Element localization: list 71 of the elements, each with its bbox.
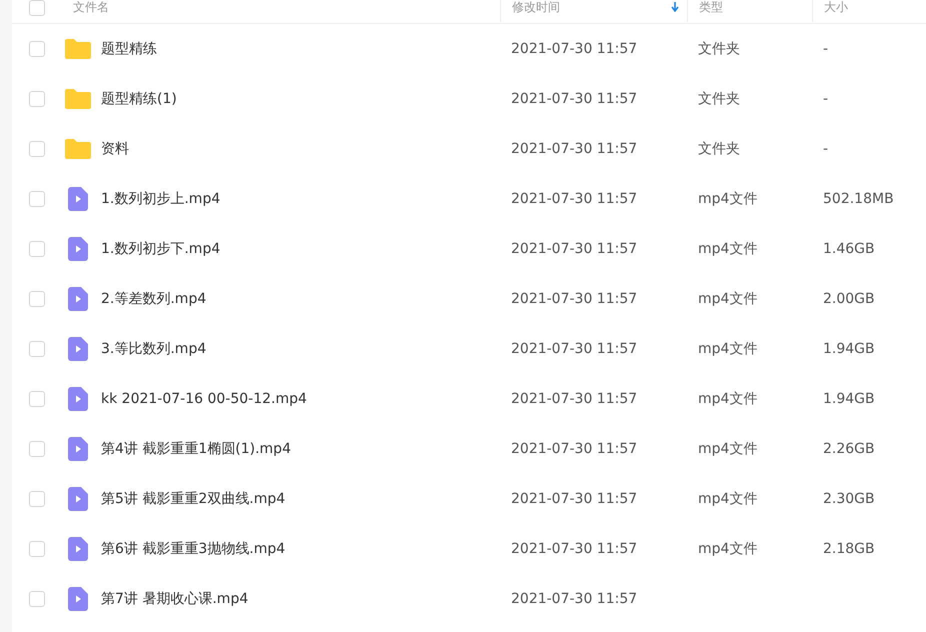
video-file-icon xyxy=(65,587,91,611)
modified-time: 2021-07-30 11:57 xyxy=(510,191,638,207)
folder-icon xyxy=(65,89,91,109)
file-type: mp4文件 xyxy=(698,291,758,307)
modified-time: 2021-07-30 11:57 xyxy=(510,391,638,407)
row-checkbox[interactable] xyxy=(29,341,45,357)
video-file-icon xyxy=(65,537,91,561)
row-checkbox[interactable] xyxy=(29,491,45,507)
file-type: mp4文件 xyxy=(698,541,758,557)
row-checkbox[interactable] xyxy=(29,141,45,157)
modified-time: 2021-07-30 11:57 xyxy=(510,241,638,257)
file-size: - xyxy=(823,141,828,157)
row-checkbox[interactable] xyxy=(29,291,45,307)
file-name[interactable]: 1.数列初步下.mp4 xyxy=(101,240,220,258)
video-file-icon xyxy=(65,237,91,261)
modified-time: 2021-07-30 11:57 xyxy=(510,141,638,157)
modified-time: 2021-07-30 11:57 xyxy=(510,441,638,457)
file-type: mp4文件 xyxy=(698,341,758,357)
file-name[interactable]: 第4讲 截影重重1椭圆(1).mp4 xyxy=(101,440,291,458)
select-all-checkbox[interactable] xyxy=(29,0,45,16)
modified-time: 2021-07-30 11:57 xyxy=(510,341,638,357)
modified-time: 2021-07-30 11:57 xyxy=(510,291,638,307)
file-name[interactable]: kk 2021-07-16 00-50-12.mp4 xyxy=(101,391,307,407)
row-checkbox[interactable] xyxy=(29,591,45,607)
modified-time: 2021-07-30 11:57 xyxy=(510,491,638,507)
row-checkbox[interactable] xyxy=(29,391,45,407)
file-size: 1.94GB xyxy=(823,341,875,357)
file-type: mp4文件 xyxy=(698,491,758,507)
video-file-icon xyxy=(65,487,91,511)
file-size: 2.18GB xyxy=(823,541,875,557)
file-name[interactable]: 题型精练 xyxy=(101,40,157,58)
file-type: mp4文件 xyxy=(698,241,758,257)
row-checkbox[interactable] xyxy=(29,541,45,557)
file-type: 文件夹 xyxy=(698,91,740,107)
file-size: 2.26GB xyxy=(823,441,875,457)
video-file-icon xyxy=(65,337,91,361)
file-name[interactable]: 资料 xyxy=(101,140,129,158)
file-size: 2.30GB xyxy=(823,491,875,507)
modified-time: 2021-07-30 11:57 xyxy=(510,91,638,107)
file-type: mp4文件 xyxy=(698,191,758,207)
file-type: mp4文件 xyxy=(698,441,758,457)
row-checkbox[interactable] xyxy=(29,441,45,457)
file-size: 1.94GB xyxy=(823,391,875,407)
file-name[interactable]: 2.等差数列.mp4 xyxy=(101,290,206,308)
video-file-icon xyxy=(65,187,91,211)
file-name[interactable]: 题型精练(1) xyxy=(101,90,177,108)
folder-icon xyxy=(65,39,91,59)
row-checkbox[interactable] xyxy=(29,191,45,207)
file-name[interactable]: 第5讲 截影重重2双曲线.mp4 xyxy=(101,490,286,508)
modified-time: 2021-07-30 11:57 xyxy=(510,41,638,57)
video-file-icon xyxy=(65,437,91,461)
file-name[interactable]: 第6讲 截影重重3抛物线.mp4 xyxy=(101,540,286,558)
row-checkbox[interactable] xyxy=(29,241,45,257)
file-type: 文件夹 xyxy=(698,41,740,57)
file-name[interactable]: 3.等比数列.mp4 xyxy=(101,340,206,358)
file-size: 1.46GB xyxy=(823,241,875,257)
file-size: 502.18MB xyxy=(823,191,894,207)
file-type: mp4文件 xyxy=(698,391,758,407)
file-type: 文件夹 xyxy=(698,141,740,157)
video-file-icon xyxy=(65,387,91,411)
modified-time: 2021-07-30 11:57 xyxy=(510,541,638,557)
row-checkbox[interactable] xyxy=(29,91,45,107)
file-name[interactable]: 1.数列初步上.mp4 xyxy=(101,190,220,208)
row-checkbox[interactable] xyxy=(29,41,45,57)
file-size: - xyxy=(823,91,828,107)
file-size: - xyxy=(823,41,828,57)
folder-icon xyxy=(65,139,91,159)
file-name[interactable]: 第7讲 暑期收心课.mp4 xyxy=(101,590,248,608)
video-file-icon xyxy=(65,287,91,311)
modified-time: 2021-07-30 11:57 xyxy=(510,591,638,607)
file-size: 2.00GB xyxy=(823,291,875,307)
